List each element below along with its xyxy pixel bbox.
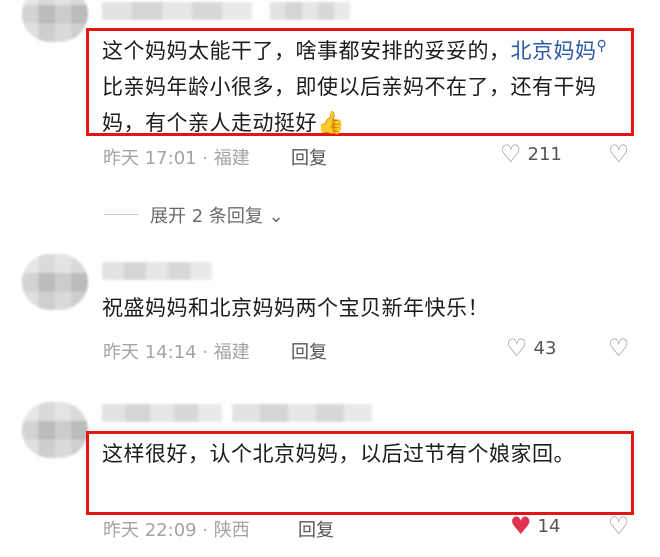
- avatar[interactable]: [22, 254, 88, 310]
- chevron-down-icon: ⌄: [262, 206, 284, 227]
- topic-link[interactable]: 北京妈妈: [511, 39, 597, 63]
- username-blurred: [270, 2, 350, 20]
- like-button[interactable]: ♡ 211: [500, 142, 562, 166]
- like-count: 43: [533, 337, 557, 359]
- heart-icon: ♡: [506, 334, 528, 362]
- reply-button[interactable]: 回复: [291, 338, 327, 364]
- comment-location: 福建: [213, 148, 250, 169]
- thumbs-up-emoji: 👍: [317, 111, 345, 136]
- search-icon[interactable]: ⚲: [597, 38, 608, 54]
- avatar[interactable]: [22, 402, 88, 458]
- divider: [104, 214, 138, 215]
- broken-heart-icon[interactable]: ♡: [608, 334, 630, 362]
- comment-text: 祝盛妈妈和北京妈妈两个宝贝新年快乐！: [102, 296, 489, 320]
- username-blurred[interactable]: [102, 2, 252, 20]
- like-count: 211: [527, 143, 562, 165]
- expand-replies-button[interactable]: 展开 2 条回复 ⌄: [150, 202, 284, 228]
- username-blurred: [232, 404, 372, 422]
- comment-text: 这个妈妈太能干了，啥事都安排的妥妥的，北京妈妈⚲比亲妈年龄小很多，即使以后亲妈不…: [102, 38, 608, 136]
- comment-time: 昨天 17:01: [103, 148, 197, 169]
- comment-location: 陕西: [213, 520, 250, 541]
- like-button[interactable]: ♡ 43: [506, 336, 556, 360]
- comment-time: 昨天 14:14: [103, 342, 197, 363]
- like-button[interactable]: ♥ 14: [510, 514, 560, 538]
- comment-meta: 昨天 22:09 · 陕西: [103, 520, 250, 541]
- broken-heart-icon[interactable]: ♡: [608, 512, 630, 540]
- comment-text: 这样很好，认个北京妈妈，以后过节有个娘家回。: [102, 442, 575, 466]
- heart-icon: ♥: [510, 512, 532, 540]
- reply-button[interactable]: 回复: [298, 516, 334, 542]
- comment-location: 福建: [213, 342, 250, 363]
- username-blurred[interactable]: [102, 262, 212, 280]
- reply-button[interactable]: 回复: [291, 144, 327, 170]
- broken-heart-icon[interactable]: ♡: [608, 140, 630, 168]
- avatar[interactable]: [22, 0, 88, 42]
- comment-meta: 昨天 17:01 · 福建: [103, 148, 250, 169]
- comment-meta: 昨天 14:14 · 福建: [103, 342, 250, 363]
- username-blurred[interactable]: [102, 404, 222, 422]
- heart-icon: ♡: [500, 140, 522, 168]
- like-count: 14: [537, 515, 561, 537]
- comment-time: 昨天 22:09: [103, 520, 197, 541]
